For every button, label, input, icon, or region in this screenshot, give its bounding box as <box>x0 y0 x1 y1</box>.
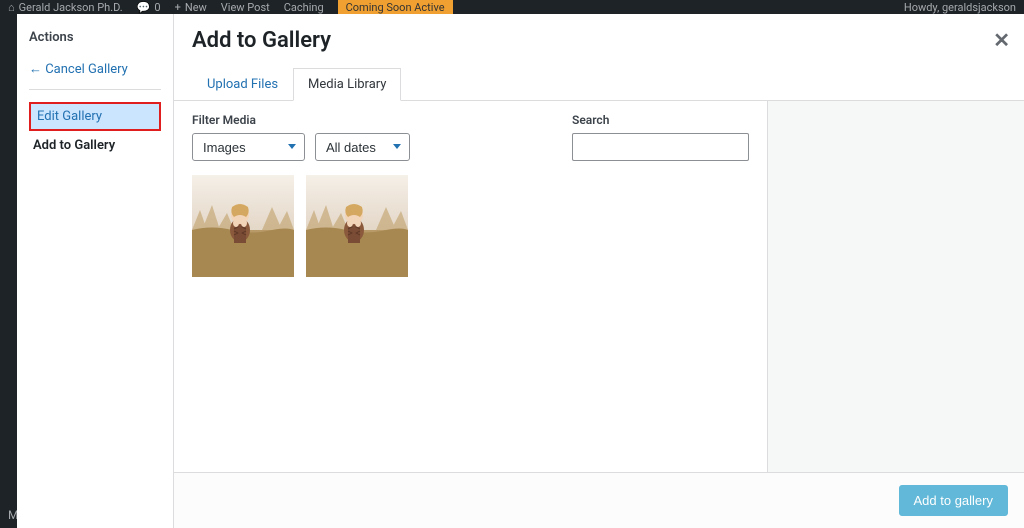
modal-header: Add to Gallery ✕ Upload Files Media Libr… <box>174 14 1024 101</box>
new-link[interactable]: + New <box>175 1 207 14</box>
media-modal: Actions ← Cancel Gallery Edit Gallery Ad… <box>17 14 1024 528</box>
add-to-gallery-button[interactable]: Add to gallery <box>899 485 1009 516</box>
attachments-browser: Filter Media Images All dates <box>174 101 768 472</box>
site-name-link[interactable]: ⌂ Gerald Jackson Ph.D. <box>8 1 123 14</box>
thumbnail-image <box>192 175 294 277</box>
comment-icon: 💬 <box>137 1 151 14</box>
toolbar: Filter Media Images All dates <box>192 113 749 161</box>
filter-date-select[interactable]: All dates <box>315 133 410 161</box>
filter-media-label: Filter Media <box>192 113 410 127</box>
modal-sidebar: Actions ← Cancel Gallery Edit Gallery Ad… <box>17 14 174 528</box>
tabs: Upload Files Media Library <box>192 67 1006 100</box>
plus-icon: + <box>175 1 181 14</box>
search-group: Search <box>572 113 749 161</box>
filter-type-select[interactable]: Images <box>192 133 305 161</box>
comments-count: 0 <box>154 1 160 14</box>
modal-footer: Add to gallery <box>174 472 1024 528</box>
cancel-gallery-link[interactable]: ← Cancel Gallery <box>29 61 161 77</box>
howdy-link[interactable]: Howdy, geraldsjackson <box>904 1 1016 14</box>
sidebar-heading: Actions <box>29 30 161 45</box>
media-frame: Add to Gallery ✕ Upload Files Media Libr… <box>174 14 1024 528</box>
tab-media-library[interactable]: Media Library <box>293 68 401 101</box>
comments-link[interactable]: 💬 0 <box>137 1 161 14</box>
close-icon: ✕ <box>993 30 1010 52</box>
caching-link[interactable]: Caching <box>284 1 324 14</box>
attachments-grid <box>192 175 749 277</box>
attachment-details-pane <box>768 101 1024 472</box>
coming-soon-badge: Coming Soon Active <box>338 0 453 14</box>
filter-media-group: Filter Media Images All dates <box>192 113 410 161</box>
media-content: Filter Media Images All dates <box>174 101 1024 472</box>
site-name-text: Gerald Jackson Ph.D. <box>19 1 123 14</box>
sidebar-item-edit-gallery[interactable]: Edit Gallery <box>29 102 161 131</box>
admin-bar: ⌂ Gerald Jackson Ph.D. 💬 0 + New View Po… <box>0 0 1024 14</box>
view-post-link[interactable]: View Post <box>221 1 270 14</box>
sidebar-item-add-to-gallery[interactable]: Add to Gallery <box>29 131 161 160</box>
search-label: Search <box>572 113 749 127</box>
modal-title: Add to Gallery <box>192 28 1006 53</box>
tab-upload-files[interactable]: Upload Files <box>192 68 293 101</box>
attachment-thumbnail[interactable] <box>192 175 294 277</box>
home-icon: ⌂ <box>8 1 15 14</box>
thumbnail-image <box>306 175 408 277</box>
new-text: New <box>185 1 207 14</box>
close-button[interactable]: ✕ <box>993 28 1010 53</box>
attachment-thumbnail[interactable] <box>306 175 408 277</box>
search-input[interactable] <box>572 133 749 161</box>
sidebar-divider <box>29 89 161 90</box>
